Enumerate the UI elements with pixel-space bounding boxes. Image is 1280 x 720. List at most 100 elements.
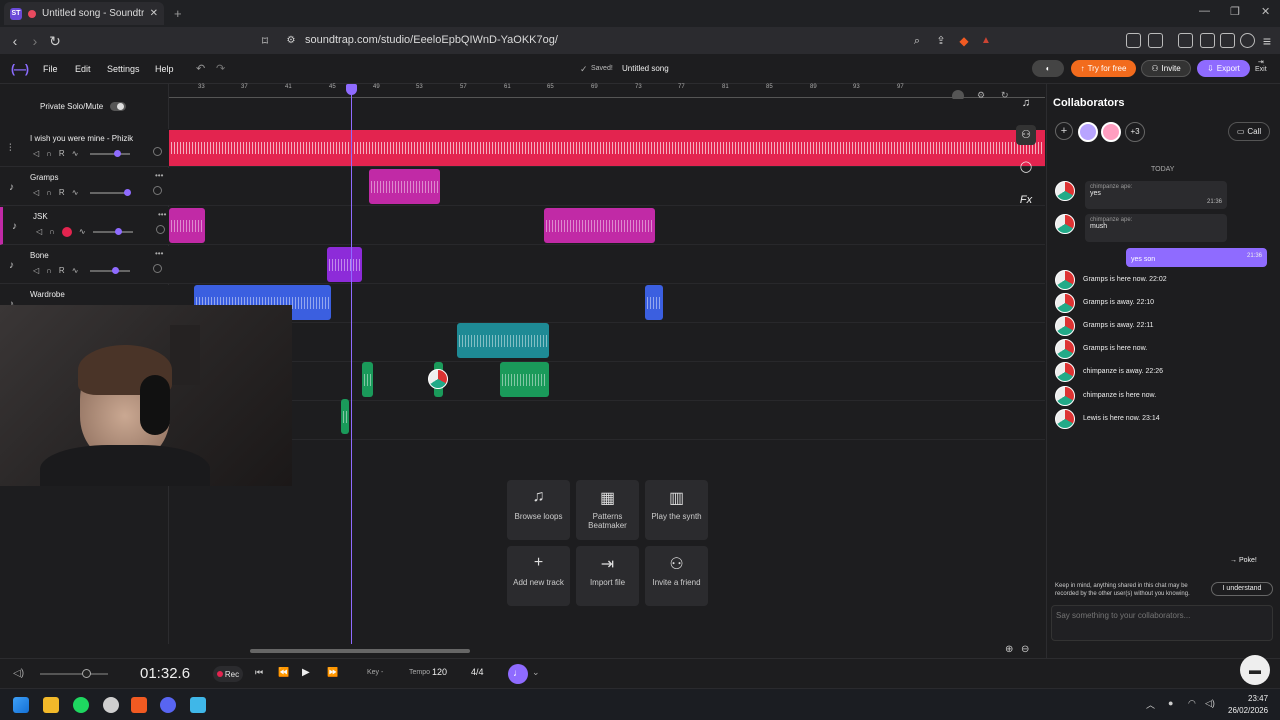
- browser-tab[interactable]: ST Untitled song - Soundtrap ✕: [4, 2, 164, 25]
- headphones-icon[interactable]: ∩: [46, 266, 52, 275]
- track-lane[interactable]: [169, 324, 1045, 362]
- volume-slider[interactable]: [90, 189, 131, 196]
- play-icon[interactable]: ▶: [302, 667, 310, 678]
- audio-clip[interactable]: [369, 169, 440, 204]
- new-tab-icon[interactable]: +: [174, 6, 182, 21]
- pan-knob[interactable]: [153, 264, 162, 273]
- vpn-icon[interactable]: [1220, 33, 1235, 48]
- chat-input[interactable]: [1052, 606, 1272, 624]
- metronome-button[interactable]: ♩: [508, 664, 528, 684]
- pan-knob[interactable]: [153, 147, 162, 156]
- soundtrap-logo-icon[interactable]: (—): [11, 62, 29, 76]
- record-arm-button[interactable]: R: [59, 149, 65, 158]
- zoom-in-icon[interactable]: ⊕: [1005, 644, 1013, 655]
- spotify-icon[interactable]: [73, 697, 89, 713]
- export-button[interactable]: ⇩ Export: [1197, 60, 1250, 77]
- brave-rewards-icon[interactable]: ▲: [977, 32, 995, 50]
- menu-help[interactable]: Help: [155, 64, 174, 74]
- automation-icon[interactable]: ∿: [72, 266, 79, 275]
- brave-icon[interactable]: [131, 697, 147, 713]
- brave-shield-icon[interactable]: ◆: [955, 32, 973, 50]
- close-window-icon[interactable]: ✕: [1261, 5, 1270, 18]
- record-arm-button[interactable]: R: [59, 266, 65, 275]
- zoom-out-icon[interactable]: ⊖: [1021, 644, 1029, 655]
- microphone-icon[interactable]: ●: [1168, 698, 1173, 708]
- volume-knob[interactable]: [115, 228, 122, 235]
- minimize-window-icon[interactable]: —: [1199, 5, 1210, 17]
- leo-ai-icon[interactable]: [1240, 33, 1255, 48]
- collaborator-avatar[interactable]: [1078, 122, 1098, 142]
- wifi-icon[interactable]: ◠: [1188, 698, 1196, 709]
- playhead-handle[interactable]: [346, 84, 357, 95]
- collaborators-panel-icon[interactable]: ⚇: [1016, 125, 1036, 145]
- chat-support-button[interactable]: ▬: [1240, 655, 1270, 685]
- undo-icon[interactable]: ↶: [196, 62, 205, 75]
- track-lane[interactable]: [169, 402, 1045, 440]
- rewind-icon[interactable]: ⏪: [278, 667, 289, 678]
- key-value[interactable]: -: [381, 669, 383, 676]
- track-header[interactable]: ⫶ I wish you were mine - Phizik ◁ ∩ R ∿: [0, 129, 169, 167]
- theme-toggle[interactable]: ◐: [1032, 60, 1064, 77]
- audio-clip[interactable]: [645, 285, 663, 320]
- steam-icon[interactable]: [103, 697, 119, 713]
- audio-clip[interactable]: [457, 323, 549, 358]
- menu-edit[interactable]: Edit: [75, 64, 91, 74]
- audio-clip[interactable]: [327, 247, 362, 282]
- understand-button[interactable]: I understand: [1211, 582, 1273, 596]
- url-field[interactable]: soundtrap.com/studio/EeeloEpbQIWnD-YaOKK…: [305, 34, 558, 46]
- skip-start-icon[interactable]: ⏮: [255, 667, 263, 678]
- track-menu-icon[interactable]: •••: [155, 171, 163, 180]
- mute-icon[interactable]: ◁: [33, 266, 39, 275]
- forward-icon[interactable]: ›: [26, 32, 44, 50]
- invite-friend-tile[interactable]: ⚇ Invite a friend: [645, 546, 708, 606]
- record-arm-button[interactable]: [61, 227, 72, 237]
- horizontal-scrollbar[interactable]: [250, 649, 470, 653]
- track-name[interactable]: Gramps: [30, 173, 58, 182]
- site-info-icon[interactable]: ⚙: [282, 32, 300, 50]
- volume-icon[interactable]: ◁): [1205, 698, 1215, 709]
- track-header[interactable]: ♪ Bone ••• ◁ ∩ R ∿: [0, 246, 169, 284]
- master-volume-slider[interactable]: [40, 669, 108, 678]
- reload-icon[interactable]: ↻: [46, 32, 64, 50]
- collaborator-avatar[interactable]: [1101, 122, 1121, 142]
- beatmaker-tile[interactable]: ▦ Patterns Beatmaker: [576, 480, 639, 540]
- track-name[interactable]: Wardrobe: [30, 290, 65, 299]
- menu-file[interactable]: File: [43, 64, 58, 74]
- track-header[interactable]: ♪ Gramps ••• ◁ ∩ R ∿: [0, 168, 169, 206]
- audio-clip[interactable]: [169, 130, 1045, 166]
- volume-slider[interactable]: [90, 267, 130, 274]
- mixer-icon[interactable]: ⫶: [9, 143, 20, 154]
- track-menu-icon[interactable]: •••: [158, 210, 166, 219]
- song-title[interactable]: Untitled song: [622, 64, 669, 73]
- volume-knob[interactable]: [124, 189, 131, 196]
- mute-icon[interactable]: ◁: [33, 149, 39, 158]
- track-lane[interactable]: [169, 246, 1045, 284]
- automation-icon[interactable]: ∿: [72, 188, 79, 197]
- audio-clip[interactable]: [341, 399, 349, 434]
- record-button[interactable]: Rec: [213, 666, 243, 682]
- volume-knob[interactable]: [112, 267, 119, 274]
- more-collaborators[interactable]: +3: [1125, 122, 1145, 142]
- browse-loops-tile[interactable]: ♫ Browse loops: [507, 480, 570, 540]
- chevron-down-icon[interactable]: ⌄: [532, 667, 540, 678]
- windows-start-icon[interactable]: [13, 697, 29, 713]
- fx-panel-icon[interactable]: Fx: [1016, 190, 1036, 210]
- master-volume-icon[interactable]: ◁): [13, 668, 24, 679]
- wallet-icon[interactable]: [1200, 33, 1215, 48]
- tray-chevron-icon[interactable]: ︿: [1146, 698, 1155, 711]
- automation-icon[interactable]: ∿: [79, 227, 86, 237]
- fast-forward-icon[interactable]: ⏩: [327, 667, 338, 678]
- track-name[interactable]: I wish you were mine - Phizik: [30, 134, 133, 143]
- volume-knob[interactable]: [114, 150, 121, 157]
- track-name[interactable]: Bone: [30, 251, 49, 260]
- master-volume-knob[interactable]: [82, 669, 91, 678]
- close-tab-icon[interactable]: ✕: [150, 8, 158, 19]
- track-header[interactable]: ♪ JSK ••• ◁ ∩ ∿: [0, 207, 169, 245]
- solo-mute-toggle[interactable]: [110, 101, 127, 111]
- add-track-tile[interactable]: + Add new track: [507, 546, 570, 606]
- poke-button[interactable]: → Poke!: [1230, 557, 1257, 564]
- synth-tile[interactable]: ▥ Play the synth: [645, 480, 708, 540]
- loops-panel-icon[interactable]: ♫: [1016, 93, 1036, 113]
- add-collaborator-button[interactable]: +: [1055, 122, 1073, 140]
- audio-clip[interactable]: [362, 362, 373, 397]
